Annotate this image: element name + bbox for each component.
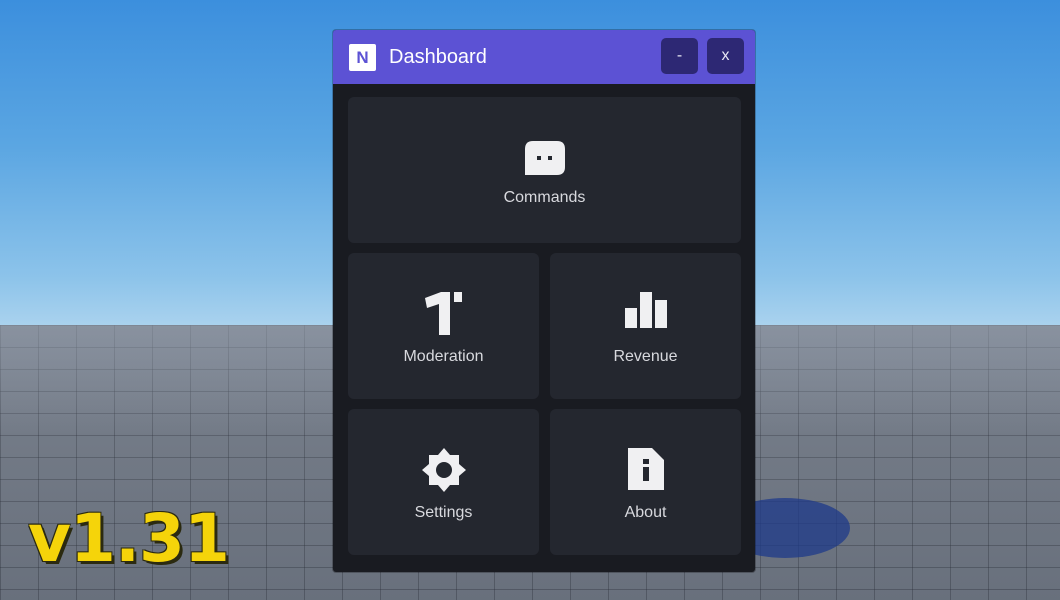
- info-file-icon: [627, 448, 664, 490]
- commands-button[interactable]: Commands: [348, 97, 741, 243]
- dashboard-window: N Dashboard - x Commands Moderation Reve…: [333, 30, 755, 572]
- version-label: v1.31: [28, 500, 230, 577]
- close-button[interactable]: x: [707, 38, 744, 74]
- app-logo: N: [349, 44, 376, 71]
- settings-button[interactable]: Settings: [348, 409, 539, 555]
- gear-icon: [421, 448, 466, 492]
- commands-label: Commands: [503, 189, 586, 206]
- revenue-button[interactable]: Revenue: [550, 253, 741, 399]
- minimize-button[interactable]: -: [661, 38, 698, 74]
- moderation-label: Moderation: [403, 348, 484, 365]
- bar-chart-icon: [624, 292, 667, 328]
- moderation-button[interactable]: Moderation: [348, 253, 539, 399]
- about-button[interactable]: About: [550, 409, 741, 555]
- window-titlebar[interactable]: N Dashboard - x: [333, 30, 755, 84]
- revenue-label: Revenue: [613, 348, 678, 365]
- window-title: Dashboard: [389, 46, 487, 68]
- hammer-icon: [424, 292, 462, 335]
- settings-label: Settings: [414, 504, 473, 521]
- chat-bubble-icon: [524, 141, 565, 175]
- about-label: About: [624, 504, 667, 521]
